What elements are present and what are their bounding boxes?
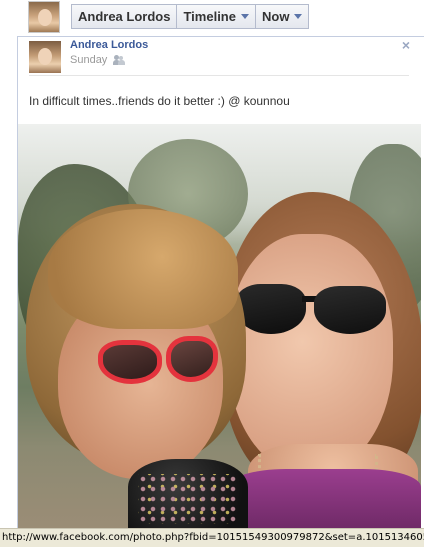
friends-icon[interactable] (113, 55, 126, 65)
post-header-divider (29, 75, 409, 76)
post-photo[interactable] (18, 124, 421, 529)
post-author-name[interactable]: Andrea Lordos (70, 39, 148, 51)
post-author-avatar[interactable] (29, 41, 61, 73)
timeline-label: Timeline (183, 9, 236, 24)
browser-status-bar: http://www.facebook.com/photo.php?fbid=1… (0, 528, 424, 547)
post-timestamp[interactable]: Sunday (70, 54, 107, 66)
timeline-header: Andrea Lordos Timeline Now (0, 0, 424, 36)
chevron-down-icon (294, 14, 303, 19)
chevron-down-icon (240, 14, 249, 19)
profile-name-button[interactable]: Andrea Lordos (72, 5, 178, 28)
avatar-face (38, 9, 52, 26)
post-card: Andrea Lordos Sunday × In difficult time… (17, 36, 424, 529)
avatar-face (38, 48, 52, 65)
timeline-dropdown[interactable]: Timeline (177, 5, 256, 28)
timeline-selector-bar: Andrea Lordos Timeline Now (71, 4, 310, 29)
now-label: Now (261, 9, 290, 24)
status-url: http://www.facebook.com/photo.php?fbid=1… (2, 532, 424, 543)
post-message: In difficult times..friends do it better… (29, 94, 290, 108)
close-icon[interactable]: × (402, 37, 410, 53)
header-profile-avatar[interactable] (28, 1, 60, 33)
post-meta: Sunday (70, 54, 126, 66)
profile-name-label: Andrea Lordos (78, 9, 171, 24)
now-dropdown[interactable]: Now (256, 5, 308, 28)
